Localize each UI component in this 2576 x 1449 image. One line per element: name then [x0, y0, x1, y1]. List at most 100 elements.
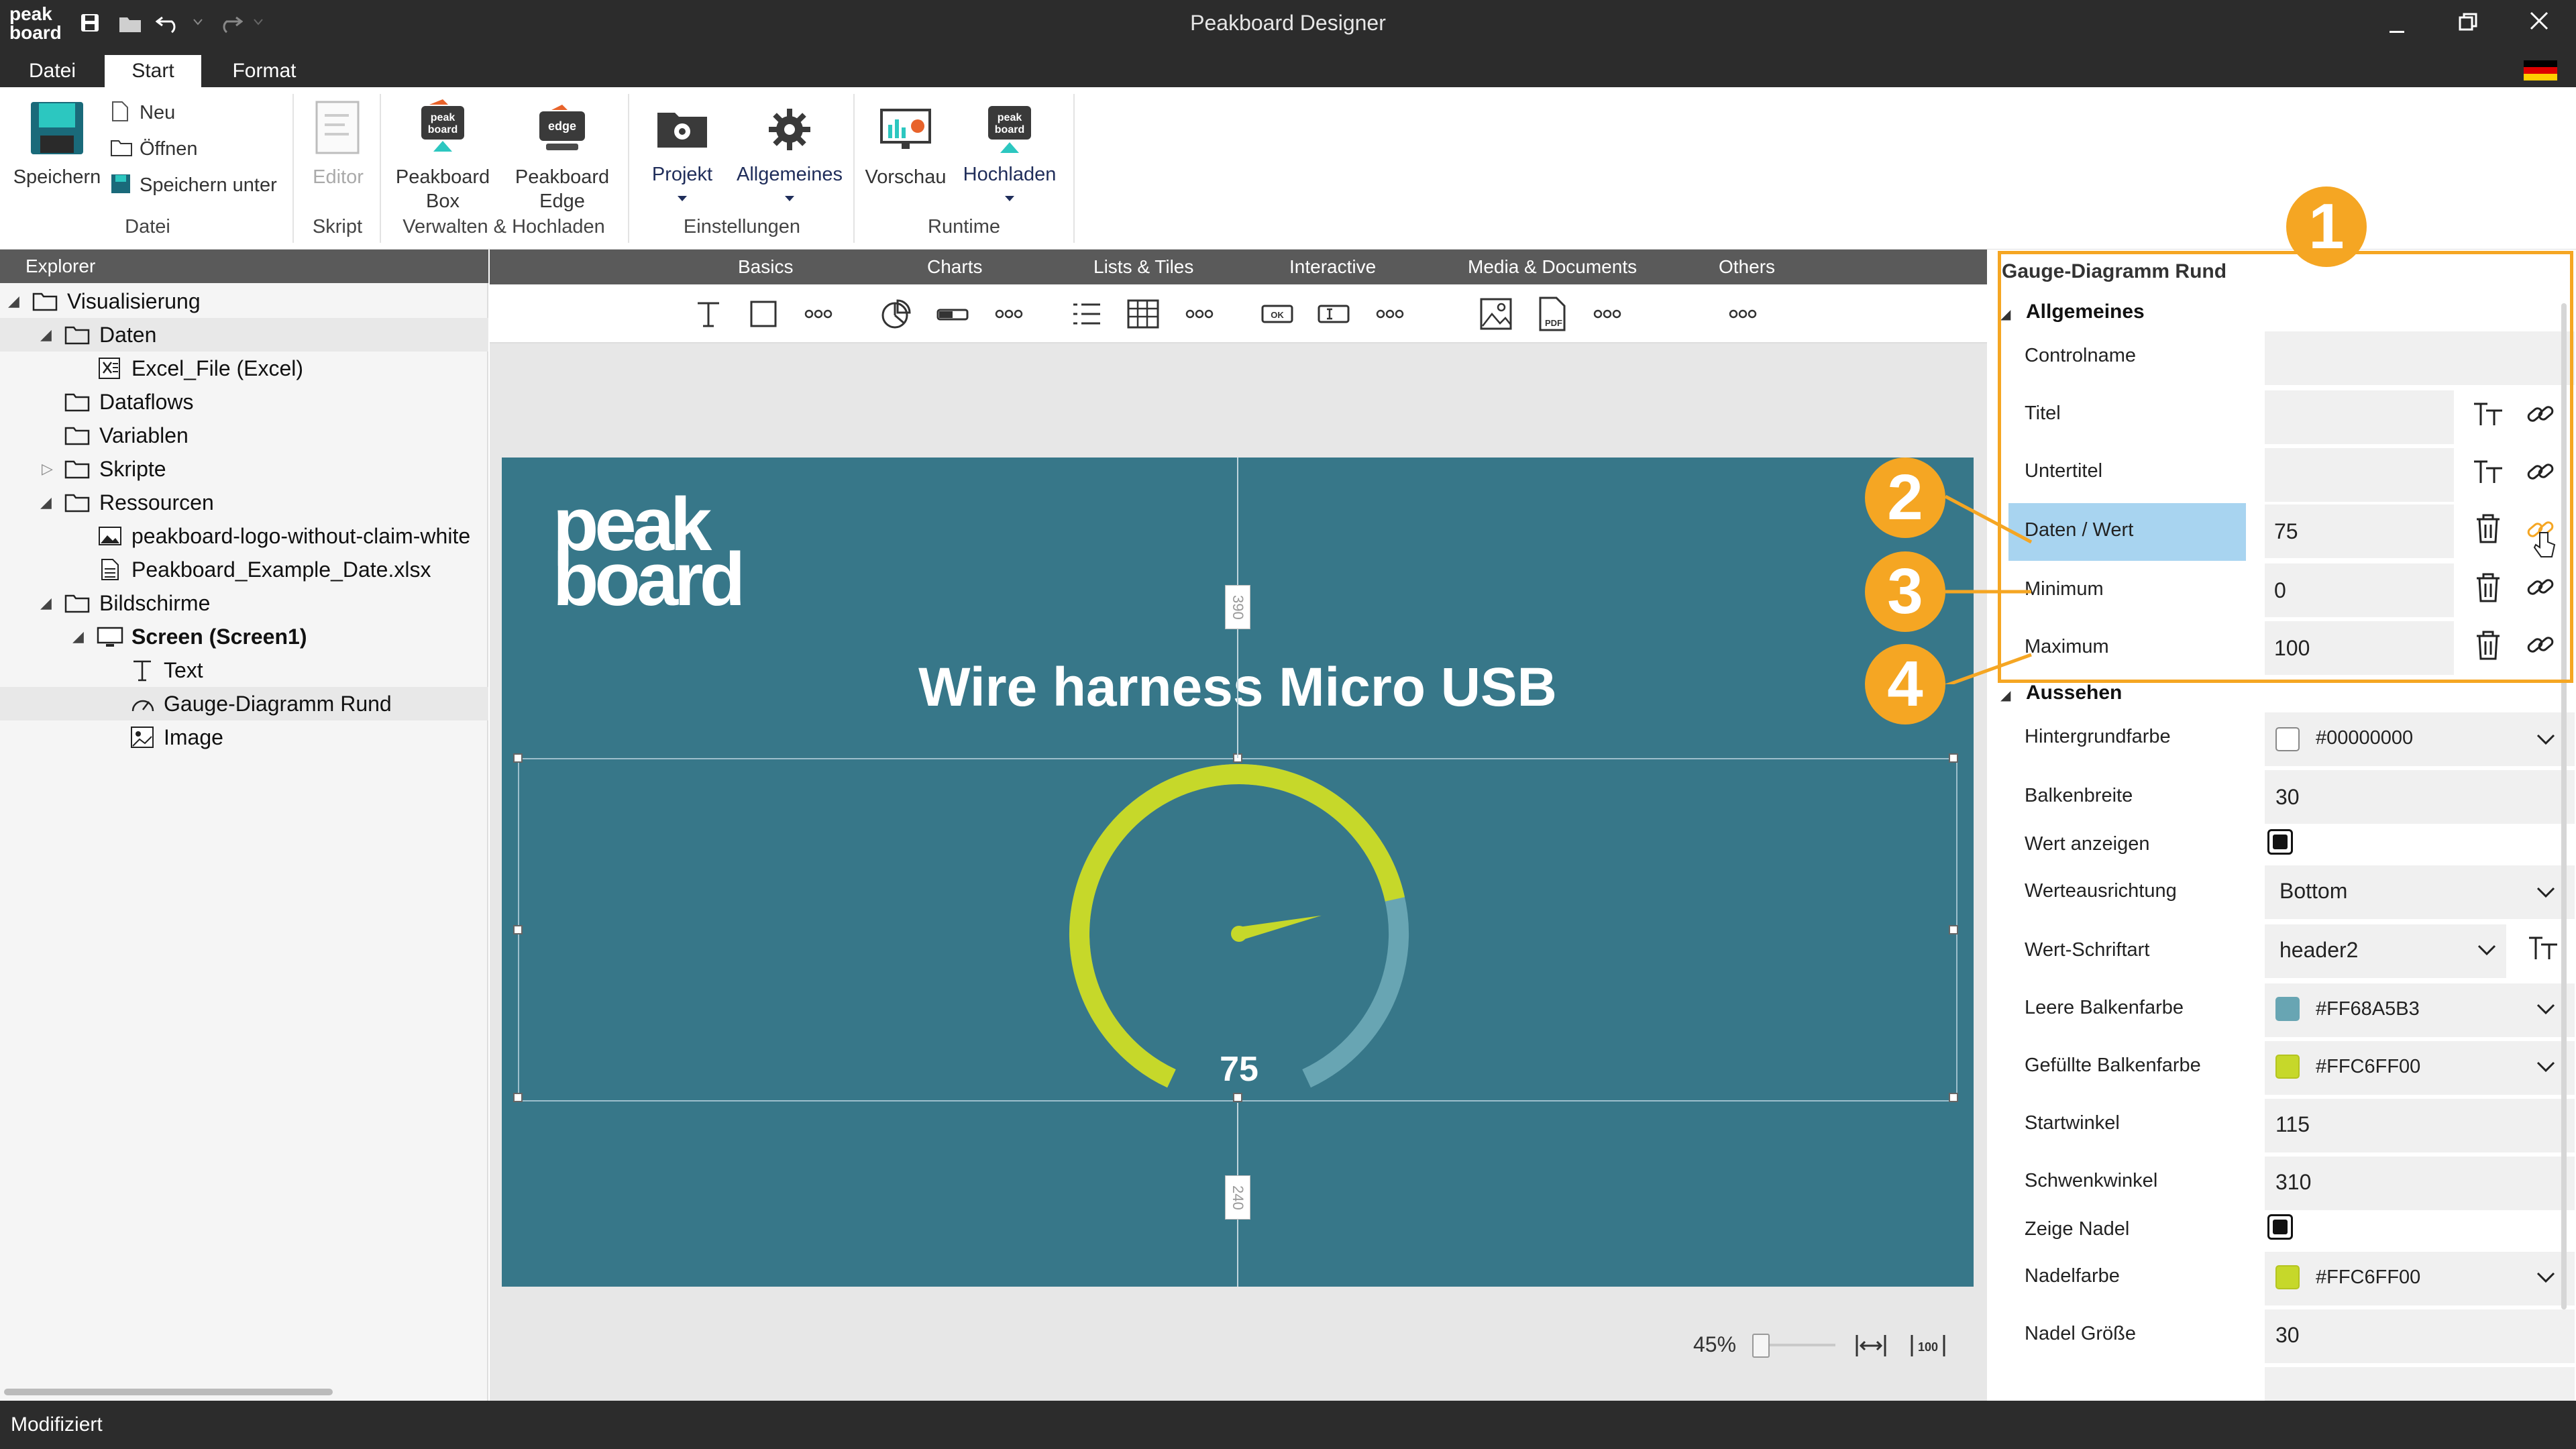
chevron-down-icon[interactable]: [2536, 733, 2556, 746]
open-button[interactable]: Öffnen: [107, 134, 262, 164]
balkenbreite-value: 30: [2275, 785, 2300, 809]
zoom-slider-thumb[interactable]: [1752, 1334, 1770, 1358]
tree-item-text[interactable]: Text: [0, 653, 488, 687]
tree-collapsed-icon[interactable]: ▷: [42, 452, 53, 486]
chevron-down-icon[interactable]: [2536, 1060, 2556, 1073]
toolbox-category-basics[interactable]: Basics: [738, 250, 793, 284]
close-icon[interactable]: [2528, 9, 2551, 32]
chevron-down-icon[interactable]: [2536, 1002, 2556, 1016]
prop-label-startwinkel: Startwinkel: [2025, 1112, 2120, 1134]
save-as-button[interactable]: Speichern unter: [107, 170, 288, 200]
project-button[interactable]: Projekt: [637, 94, 727, 215]
tree-item-xlsx-file[interactable]: Peakboard_Example_Date.xlsx: [0, 553, 488, 586]
tab-format[interactable]: Format: [215, 55, 314, 87]
resize-handle[interactable]: [1949, 1093, 1958, 1102]
restore-icon[interactable]: [2457, 11, 2479, 34]
screen-preview[interactable]: peak board Wire harness Micro USB 75 390…: [502, 458, 1974, 1287]
others-more-icon[interactable]: [1725, 297, 1760, 331]
lists-more-icon[interactable]: [1182, 297, 1217, 331]
tree-item-ressourcen[interactable]: ◢ Ressourcen: [0, 486, 488, 519]
gauge-chart[interactable]: 75: [513, 753, 1958, 1102]
font-style-icon[interactable]: [2528, 932, 2559, 963]
toolbox-category-charts[interactable]: Charts: [927, 250, 982, 284]
folder-icon: [64, 593, 90, 613]
rectangle-tool-icon[interactable]: [746, 297, 781, 331]
section-aussehen[interactable]: Aussehen: [2026, 682, 2122, 704]
editor-button[interactable]: Editor: [299, 94, 377, 208]
table-tool-icon[interactable]: [1126, 297, 1161, 331]
chevron-down-icon[interactable]: [2536, 1271, 2556, 1284]
tree-expand-icon[interactable]: ◢: [40, 318, 52, 352]
tree-item-image[interactable]: Image: [0, 720, 488, 754]
tab-start[interactable]: Start: [105, 55, 201, 87]
charts-more-icon[interactable]: [991, 297, 1026, 331]
tree-item-dataflows[interactable]: Dataflows: [0, 385, 488, 419]
resize-handle[interactable]: [513, 753, 523, 763]
tree-expand-icon[interactable]: ◢: [40, 486, 52, 519]
section-collapse-icon[interactable]: ◢: [2000, 687, 2010, 704]
tree-item-logo-image[interactable]: peakboard-logo-without-claim-white: [0, 519, 488, 553]
actual-size-icon[interactable]: 100: [1909, 1331, 1947, 1360]
next-property-field[interactable]: [2265, 1367, 2575, 1401]
german-flag-icon[interactable]: [2524, 60, 2557, 80]
explorer-scrollbar[interactable]: [4, 1389, 333, 1395]
upload-button[interactable]: peak board Hochladen: [953, 94, 1067, 215]
peakboard-logo-image[interactable]: peak board: [553, 491, 794, 612]
hintergrundfarbe-select[interactable]: [2265, 712, 2575, 766]
peakboard-edge-button[interactable]: edge Peakboard Edge: [506, 94, 619, 215]
pie-chart-tool-icon[interactable]: [879, 297, 914, 331]
tree-expand-icon[interactable]: ◢: [8, 284, 19, 318]
tree-expand-icon[interactable]: ◢: [40, 586, 52, 620]
chevron-down-icon[interactable]: [2536, 885, 2556, 899]
save-as-icon: [110, 173, 131, 195]
tree-item-gauge[interactable]: Gauge-Diagramm Rund: [0, 687, 488, 720]
zoom-slider[interactable]: [1752, 1334, 1835, 1358]
toolbox-category-others[interactable]: Others: [1719, 250, 1775, 284]
save-button[interactable]: Speichern: [7, 94, 107, 215]
toolbox-category-interactive[interactable]: Interactive: [1289, 250, 1376, 284]
startwinkel-field[interactable]: [2265, 1099, 2575, 1152]
open-folder-small-icon: [110, 138, 133, 157]
list-tool-icon[interactable]: [1069, 297, 1104, 331]
fit-width-icon[interactable]: [1854, 1331, 1888, 1360]
pdf-tool-icon[interactable]: PDF: [1535, 297, 1570, 331]
document-icon: [101, 558, 119, 581]
peakboard-box-button[interactable]: peak board Peakboard Box: [386, 94, 499, 215]
peakboard-edge-icon: edge: [535, 103, 589, 154]
tree-item-excel-file[interactable]: Excel_File (Excel): [0, 352, 488, 385]
resize-handle[interactable]: [1233, 1093, 1242, 1102]
textbox-tool-icon[interactable]: [1316, 297, 1351, 331]
toolbox-category-media[interactable]: Media & Documents: [1468, 250, 1637, 284]
tree-item-bildschirme[interactable]: ◢ Bildschirme: [0, 586, 488, 620]
tree-item-variablen[interactable]: Variablen: [0, 419, 488, 452]
new-button[interactable]: Neu: [107, 98, 262, 127]
image-tool-icon[interactable]: [1479, 297, 1513, 331]
resize-handle[interactable]: [513, 1093, 523, 1102]
tab-datei[interactable]: Datei: [13, 55, 91, 87]
tree-item-skripte[interactable]: ▷ Skripte: [0, 452, 488, 486]
nadel-groesse-field[interactable]: [2265, 1309, 2575, 1363]
minimize-icon[interactable]: [2385, 16, 2408, 36]
general-settings-button[interactable]: Allgemeines: [729, 94, 851, 215]
preview-button[interactable]: Vorschau: [860, 94, 951, 215]
interactive-more-icon[interactable]: [1373, 297, 1407, 331]
resize-handle[interactable]: [1949, 925, 1958, 934]
leere-balkenfarbe-select[interactable]: [2265, 983, 2575, 1037]
bar-tool-icon[interactable]: [935, 297, 970, 331]
tree-item-screen1[interactable]: ◢ Screen (Screen1): [0, 620, 488, 653]
basics-more-icon[interactable]: [801, 297, 836, 331]
tree-item-visualisierung[interactable]: ◢ Visualisierung: [0, 284, 488, 318]
wert-anzeigen-checkbox[interactable]: [2267, 829, 2293, 855]
resize-handle[interactable]: [513, 925, 523, 934]
zeige-nadel-checkbox[interactable]: [2267, 1214, 2293, 1240]
toolbox-category-lists-tiles[interactable]: Lists & Tiles: [1093, 250, 1193, 284]
button-tool-icon[interactable]: OK: [1260, 297, 1295, 331]
resize-handle[interactable]: [1949, 753, 1958, 763]
tree-expand-icon[interactable]: ◢: [72, 620, 84, 653]
tree-item-daten[interactable]: ◢ Daten: [0, 318, 488, 352]
media-more-icon[interactable]: [1590, 297, 1625, 331]
callout-connectors: [1944, 494, 2033, 684]
text-tool-icon[interactable]: [691, 297, 726, 331]
chevron-down-icon[interactable]: [2477, 943, 2497, 957]
balkenbreite-field[interactable]: [2265, 770, 2575, 824]
